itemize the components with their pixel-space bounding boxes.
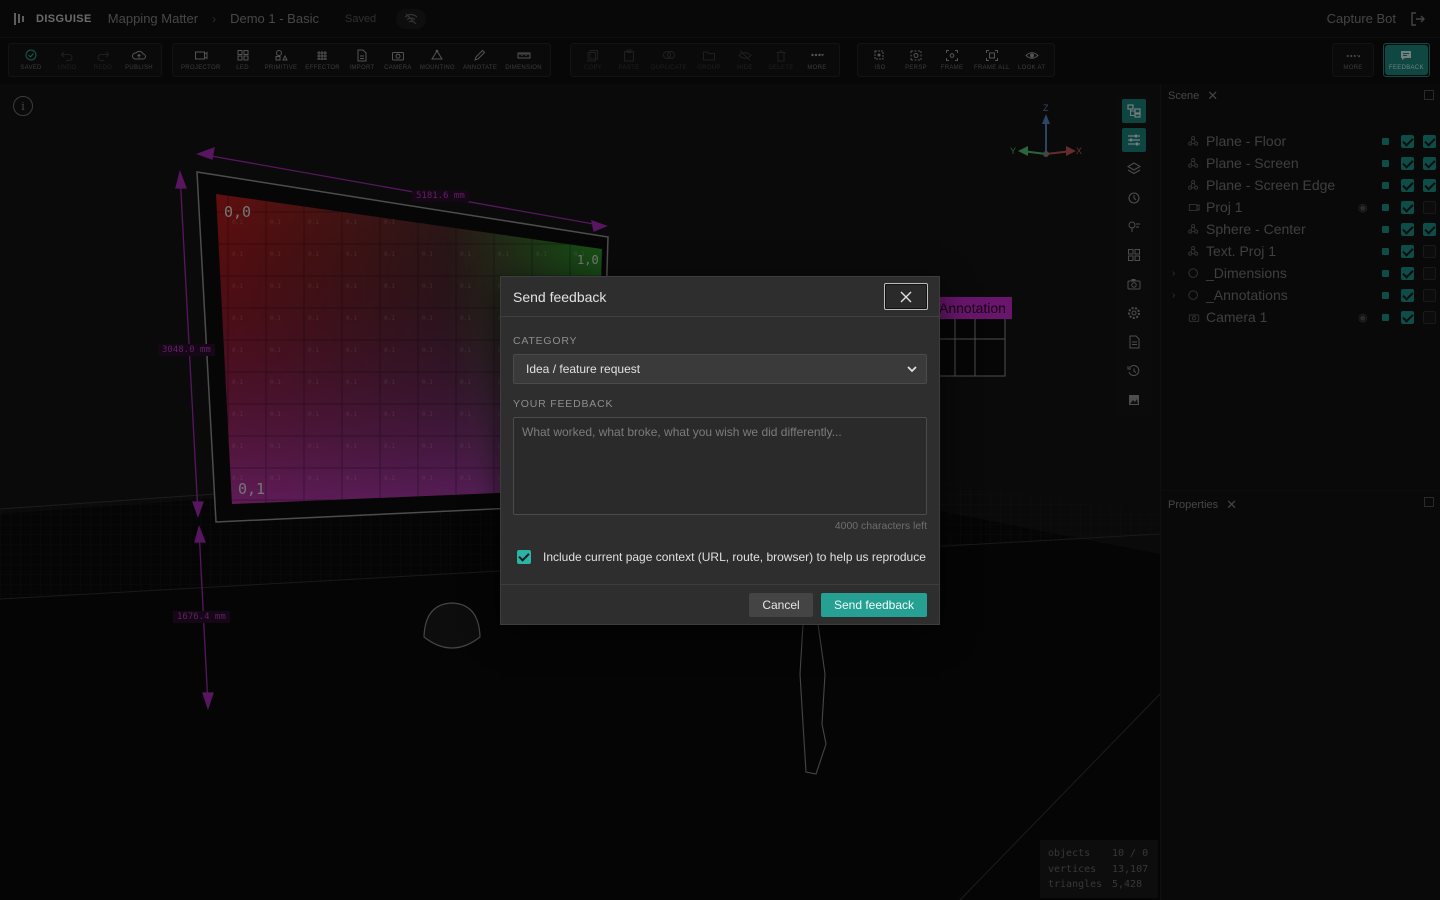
dialog-footer: Cancel Send feedback [501,584,939,624]
dialog-title: Send feedback [513,288,607,305]
category-label: CATEGORY [513,335,578,347]
feedback-label: YOUR FEEDBACK [513,398,614,410]
dialog-close-button[interactable] [884,283,928,310]
category-select[interactable]: Idea / feature request [513,354,927,384]
category-value: Idea / feature request [526,362,641,376]
context-checkbox[interactable] [517,550,531,564]
feedback-dialog: Send feedback CATEGORY Idea / feature re… [500,276,940,625]
cancel-button[interactable]: Cancel [749,593,813,617]
context-option: Include current page context (URL, route… [517,550,926,564]
dialog-header: Send feedback [501,277,939,317]
chevron-down-icon [907,366,917,373]
feedback-textarea[interactable] [513,417,927,515]
context-checkbox-label[interactable]: Include current page context (URL, route… [543,550,926,564]
close-icon [900,291,912,302]
app-root: DISGUISE Mapping Matter › Demo 1 - Basic… [0,0,1440,900]
char-count: 4000 characters left [834,520,927,532]
send-feedback-button[interactable]: Send feedback [821,593,927,617]
